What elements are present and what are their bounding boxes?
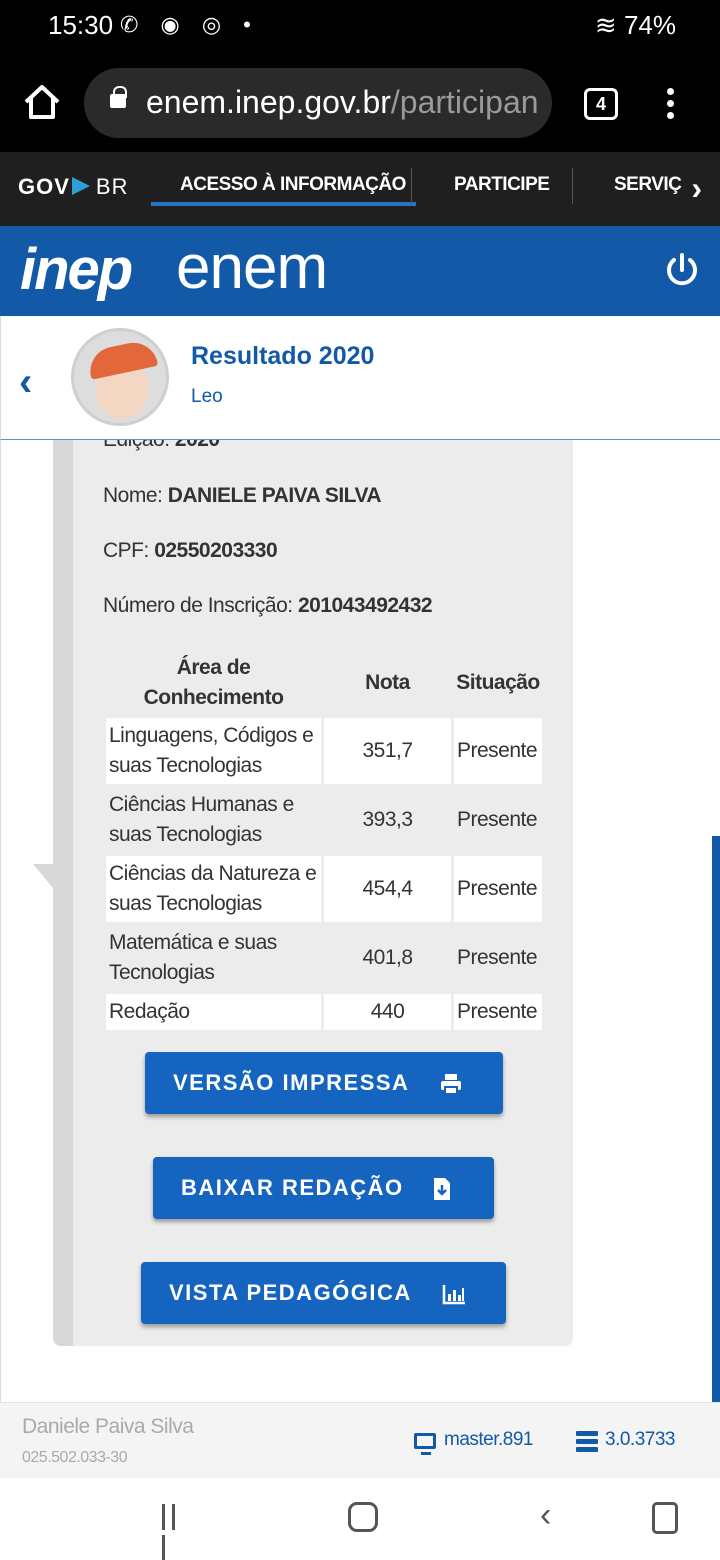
cell-situacao: Presente	[454, 718, 542, 784]
gov-bar: GOV BR ACESSO À INFORMAÇÃO PARTICIPE SERV…	[0, 152, 720, 226]
inscricao-field: Número de Inscrição: 201043492432	[103, 594, 433, 618]
keyboard-icon[interactable]	[652, 1502, 678, 1534]
download-essay-label: BAIXAR REDAÇÃO	[181, 1175, 404, 1200]
main-content: Edição: 2020 Nome: DANIELE PAIVA SILVA C…	[0, 440, 720, 1402]
profile-name: Leo	[191, 386, 223, 407]
nav-divider	[572, 168, 573, 204]
cell-nota: 401,8	[362, 946, 413, 969]
nav-divider	[411, 168, 412, 204]
gov-br-logo[interactable]: GOV BR	[18, 174, 128, 200]
nome-label: Nome:	[103, 484, 163, 507]
cpf-label: CPF:	[103, 539, 149, 562]
nome-value: DANIELE PAIVA SILVA	[167, 484, 382, 507]
cell-area: Matemática e suas Tecnologias	[109, 931, 277, 984]
enem-logo[interactable]: enem	[176, 232, 328, 303]
footer-machine: master.891	[444, 1429, 534, 1450]
cell-area: Ciências da Natureza e suas Tecnologias	[106, 856, 321, 922]
page-title: Resultado 2020	[191, 342, 375, 370]
cpf-value: 02550203330	[154, 539, 278, 562]
nome-field: Nome: DANIELE PAIVA SILVA	[103, 484, 382, 508]
cell-area: Linguagens, Códigos e suas Tecnologias	[106, 718, 321, 784]
table-row: Ciências da Natureza e suas Tecnologias …	[106, 856, 542, 922]
table-row: Matemática e suas Tecnologias 401,8 Pres…	[106, 925, 542, 991]
status-bar: 15:30 ✆ ◉ ◎ • ≋ 74%	[0, 0, 720, 52]
header-nota: Nota	[365, 671, 410, 694]
footer-version: 3.0.3733	[605, 1429, 675, 1450]
inep-logo[interactable]: inep	[20, 236, 133, 303]
cell-situacao: Presente	[454, 856, 542, 922]
table-header-row: Área de Conhecimento Nota Situação	[106, 651, 542, 715]
br-logo-text: BR	[95, 174, 129, 199]
browser-toolbar: enem.inep.gov.br/participan 4	[0, 52, 720, 152]
status-right: ≋ 74%	[595, 10, 676, 41]
print-version-button[interactable]: VERSÃO IMPRESSA	[145, 1052, 503, 1114]
monitor-icon	[414, 1433, 436, 1455]
menu-icon[interactable]	[664, 88, 676, 122]
cell-nota: 393,3	[362, 808, 413, 831]
cpf-field: CPF: 02550203330	[103, 539, 278, 563]
table-row: Ciências Humanas e suas Tecnologias 393,…	[106, 787, 542, 853]
nav-servicos[interactable]: SERVIÇ	[614, 174, 682, 196]
inscricao-value: 201043492432	[297, 594, 433, 617]
header-situacao: Situação	[456, 671, 540, 694]
address-bar[interactable]: enem.inep.gov.br/participan	[84, 68, 552, 138]
nav-participe[interactable]: PARTICIPE	[454, 174, 550, 196]
home-icon[interactable]	[22, 82, 62, 122]
site-header: inep enem	[0, 226, 720, 316]
url-text: enem.inep.gov.br/participan	[146, 84, 539, 121]
back-icon[interactable]: ‹	[19, 360, 32, 405]
nav-active-indicator	[151, 202, 416, 206]
battery-level: 74%	[623, 10, 676, 40]
wifi-icon: ≋	[594, 10, 617, 40]
edicao-value: 2020	[175, 440, 220, 451]
cell-area: Redação	[106, 994, 321, 1030]
server-icon	[576, 1431, 598, 1453]
gov-logo-arrow-icon	[71, 177, 90, 195]
footer: Daniele Paiva Silva 025.502.033-30 maste…	[0, 1402, 720, 1478]
recents-icon[interactable]	[162, 1504, 188, 1560]
lock-icon	[110, 86, 127, 108]
print-icon	[441, 1074, 461, 1095]
print-version-label: VERSÃO IMPRESSA	[173, 1070, 410, 1095]
table-row: Linguagens, Códigos e suas Tecnologias 3…	[106, 718, 542, 784]
pedagogic-view-label: VISTA PEDAGÓGICA	[169, 1280, 412, 1305]
edicao-label: Edição:	[103, 440, 170, 451]
nav-acesso-informacao[interactable]: ACESSO À INFORMAÇÃO	[180, 174, 406, 196]
footer-user-cpf: 025.502.033-30	[22, 1449, 128, 1466]
profile-bar: ‹ Resultado 2020 Leo	[0, 316, 720, 440]
cell-situacao: Presente	[457, 946, 538, 969]
header-area: Área de Conhecimento	[143, 656, 284, 709]
avatar	[71, 328, 169, 426]
footer-user-name: Daniele Paiva Silva	[22, 1415, 194, 1438]
cell-area: Ciências Humanas e suas Tecnologias	[109, 793, 294, 846]
inscricao-label: Número de Inscrição:	[103, 594, 293, 617]
system-home-icon[interactable]	[348, 1502, 378, 1532]
url-host: enem.inep.gov.br	[146, 84, 391, 120]
cell-situacao: Presente	[457, 808, 538, 831]
url-path: /participan	[390, 84, 539, 120]
power-icon[interactable]	[664, 252, 700, 288]
tabs-icon[interactable]: 4	[584, 88, 618, 120]
download-essay-button[interactable]: BAIXAR REDAÇÃO	[153, 1157, 494, 1219]
system-back-icon[interactable]: ‹	[540, 1496, 551, 1535]
results-table: Área de Conhecimento Nota Situação Lingu…	[103, 648, 545, 1033]
cell-situacao: Presente	[454, 994, 542, 1030]
download-icon	[434, 1178, 450, 1200]
chevron-right-icon[interactable]: ›	[691, 170, 702, 207]
table-row: Redação 440 Presente	[106, 994, 542, 1030]
notification-icons: ✆ ◉ ◎ •	[120, 12, 259, 37]
pedagogic-view-button[interactable]: VISTA PEDAGÓGICA	[141, 1262, 506, 1324]
gov-logo-text: GOV	[18, 174, 70, 199]
scroll-indicator[interactable]	[712, 836, 720, 1402]
cell-nota: 454,4	[324, 856, 451, 922]
system-nav-bar: ‹	[0, 1478, 720, 1560]
cell-nota: 351,7	[324, 718, 451, 784]
status-time: 15:30	[48, 10, 114, 40]
cell-nota: 440	[324, 994, 451, 1030]
edicao-field: Edição: 2020	[103, 440, 220, 452]
chart-icon	[442, 1285, 465, 1305]
card-notch	[33, 864, 53, 888]
